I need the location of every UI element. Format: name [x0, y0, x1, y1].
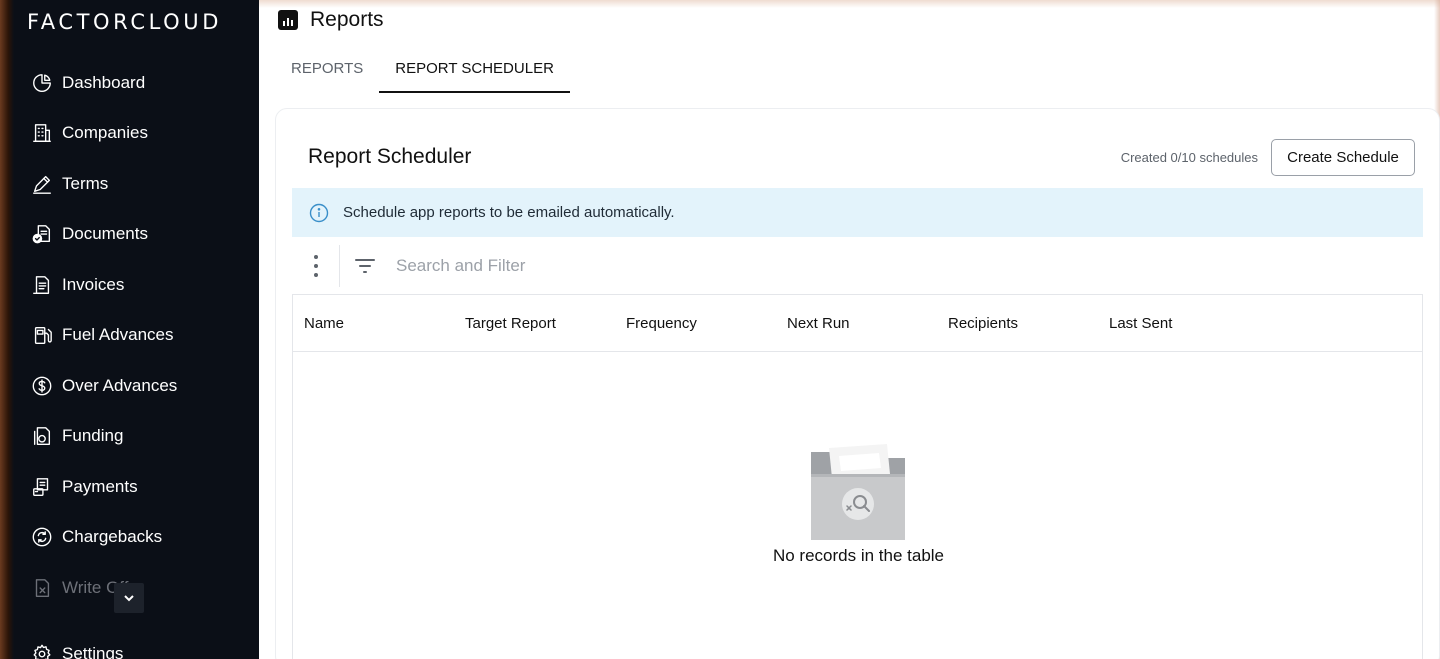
- sidebar-item-label: Chargebacks: [62, 527, 163, 546]
- column-header-frequency[interactable]: Frequency: [626, 315, 697, 332]
- sidebar-item-funding[interactable]: Funding: [30, 421, 250, 451]
- report-scheduler-card: Report Scheduler Created 0/10 schedules …: [292, 126, 1423, 659]
- sidebar-collapse-button[interactable]: [114, 583, 144, 613]
- sidebar-item-label: Companies: [62, 123, 148, 142]
- column-header-next-run[interactable]: Next Run: [787, 315, 850, 332]
- filter-icon[interactable]: [354, 257, 376, 275]
- card-header: Report Scheduler Created 0/10 schedules …: [292, 126, 1423, 188]
- sidebar-item-label: Documents: [62, 224, 148, 243]
- info-banner: Schedule app reports to be emailed autom…: [292, 188, 1423, 237]
- tab-reports[interactable]: REPORTS: [275, 50, 379, 93]
- sidebar-item-settings[interactable]: Settings: [30, 639, 250, 659]
- column-header-recipients[interactable]: Recipients: [948, 315, 1018, 332]
- schedule-count: Created 0/10 schedules: [1120, 150, 1258, 165]
- sidebar-item-label: Fuel Advances: [62, 325, 174, 344]
- building-icon: [30, 121, 54, 145]
- top-edge-glow: [259, 0, 1440, 8]
- sidebar-item-label: Invoices: [62, 275, 125, 294]
- sidebar-item-companies[interactable]: Companies: [30, 118, 250, 148]
- signature-pen-icon: [30, 172, 54, 196]
- sidebar-item-label: Over Advances: [62, 376, 178, 395]
- sidebar-item-dashboard[interactable]: Dashboard: [30, 68, 250, 98]
- empty-state-message: No records in the table: [772, 546, 945, 565]
- sidebar-item-invoices[interactable]: Invoices: [30, 270, 250, 300]
- tab-bar: REPORTS REPORT SCHEDULER: [275, 50, 570, 93]
- sidebar-item-label: Settings: [62, 644, 124, 659]
- toolbar-divider: [339, 245, 340, 287]
- card-title: Report Scheduler: [308, 145, 472, 168]
- info-text: Schedule app reports to be emailed autom…: [343, 204, 675, 221]
- gear-icon: [30, 642, 54, 659]
- invoice-icon: [30, 273, 54, 297]
- dollar-circle-icon: [30, 374, 54, 398]
- table-body: No records in the table: [292, 352, 1423, 659]
- sidebar-item-over-advances[interactable]: Over Advances: [30, 371, 250, 401]
- sidebar-item-chargebacks[interactable]: Chargebacks: [30, 522, 250, 552]
- bar-chart-icon: [278, 10, 298, 30]
- tab-report-scheduler[interactable]: REPORT SCHEDULER: [379, 50, 570, 93]
- column-header-target-report[interactable]: Target Report: [465, 315, 556, 332]
- brand-logo[interactable]: FACTORCLOUD: [27, 10, 222, 34]
- column-header-name[interactable]: Name: [304, 315, 344, 332]
- sidebar-item-label: Funding: [62, 426, 124, 445]
- search-filter-input[interactable]: [396, 251, 996, 281]
- empty-folder-icon: [811, 444, 905, 540]
- page-header: Reports: [278, 8, 384, 32]
- info-icon: [309, 203, 329, 222]
- sidebar-item-label: Terms: [62, 174, 109, 193]
- chargeback-cycle-icon: [30, 525, 54, 549]
- sidebar-item-terms[interactable]: Terms: [30, 169, 250, 199]
- chevron-down-icon: [124, 595, 134, 602]
- table-toolbar: [292, 237, 1423, 295]
- sidebar: FACTORCLOUD Dashboard Companies Terms Do…: [0, 0, 259, 659]
- document-check-icon: [30, 222, 54, 246]
- payments-icon: [30, 475, 54, 499]
- fuel-pump-icon: [30, 323, 54, 347]
- write-off-document-icon: [30, 576, 54, 600]
- left-edge-glow: [0, 0, 14, 659]
- more-options-icon[interactable]: [310, 255, 322, 277]
- create-schedule-button[interactable]: Create Schedule: [1271, 139, 1415, 176]
- table-header: Name Target Report Frequency Next Run Re…: [292, 295, 1423, 352]
- funding-document-icon: [30, 424, 54, 448]
- column-header-last-sent[interactable]: Last Sent: [1109, 315, 1172, 332]
- pie-chart-icon: [30, 71, 54, 95]
- sidebar-item-label: Payments: [62, 477, 138, 496]
- sidebar-item-fuel-advances[interactable]: Fuel Advances: [30, 320, 250, 350]
- sidebar-item-label: Dashboard: [62, 73, 146, 92]
- page-title: Reports: [310, 8, 384, 31]
- sidebar-item-documents[interactable]: Documents: [30, 219, 250, 249]
- sidebar-item-payments[interactable]: Payments: [30, 472, 250, 502]
